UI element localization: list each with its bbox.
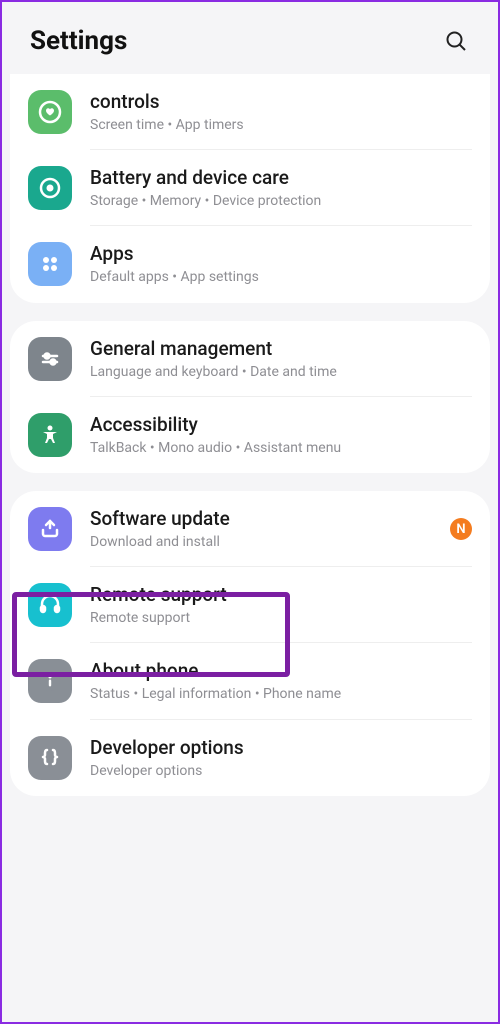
settings-item-developer[interactable]: Developer options Developer options [10, 720, 490, 796]
item-title: Software update [90, 507, 442, 530]
heart-circle-icon [28, 90, 72, 134]
sliders-icon [28, 337, 72, 381]
new-badge: N [450, 518, 472, 540]
info-icon [28, 659, 72, 703]
item-subtitle: Status • Legal information • Phone name [90, 685, 472, 703]
braces-icon [28, 736, 72, 780]
item-subtitle: Default apps • App settings [90, 268, 472, 286]
item-subtitle: Remote support [90, 609, 472, 627]
item-text: controls Screen time • App timers [90, 90, 472, 134]
item-title: Battery and device care [90, 166, 472, 189]
item-subtitle: Developer options [90, 762, 472, 780]
settings-item-about-phone[interactable]: About phone Status • Legal information •… [10, 643, 490, 719]
item-title: Accessibility [90, 413, 472, 436]
apps-icon [28, 242, 72, 286]
update-icon [28, 507, 72, 551]
settings-item-accessibility[interactable]: Accessibility TalkBack • Mono audio • As… [10, 397, 490, 473]
item-title: About phone [90, 659, 472, 682]
item-subtitle: Language and keyboard • Date and time [90, 363, 472, 381]
item-title: General management [90, 337, 472, 360]
header: Settings [2, 2, 498, 74]
settings-group: Software update Download and install N R… [10, 491, 490, 796]
item-text: About phone Status • Legal information •… [90, 659, 472, 703]
item-text: Remote support Remote support [90, 583, 472, 627]
page-title: Settings [30, 26, 127, 56]
item-text: Apps Default apps • App settings [90, 242, 472, 286]
accessibility-icon [28, 413, 72, 457]
item-text: Accessibility TalkBack • Mono audio • As… [90, 413, 472, 457]
care-icon [28, 166, 72, 210]
search-button[interactable] [442, 27, 470, 55]
item-text: Developer options Developer options [90, 736, 472, 780]
item-title: Developer options [90, 736, 472, 759]
item-subtitle: Screen time • App timers [90, 116, 472, 134]
settings-item-controls[interactable]: controls Screen time • App timers [10, 74, 490, 150]
headset-icon [28, 583, 72, 627]
settings-item-battery[interactable]: Battery and device care Storage • Memory… [10, 150, 490, 226]
item-title: Apps [90, 242, 472, 265]
item-title: controls [90, 90, 472, 113]
settings-item-apps[interactable]: Apps Default apps • App settings [10, 226, 490, 302]
item-subtitle: Storage • Memory • Device protection [90, 192, 472, 210]
item-text: Software update Download and install [90, 507, 442, 551]
settings-group: controls Screen time • App timers Batter… [10, 74, 490, 303]
item-subtitle: TalkBack • Mono audio • Assistant menu [90, 439, 472, 457]
settings-group: General management Language and keyboard… [10, 321, 490, 473]
settings-item-remote-support[interactable]: Remote support Remote support [10, 567, 490, 643]
item-text: Battery and device care Storage • Memory… [90, 166, 472, 210]
settings-item-general[interactable]: General management Language and keyboard… [10, 321, 490, 397]
search-icon [444, 29, 468, 53]
item-text: General management Language and keyboard… [90, 337, 472, 381]
item-title: Remote support [90, 583, 472, 606]
settings-item-software-update[interactable]: Software update Download and install N [10, 491, 490, 567]
item-subtitle: Download and install [90, 533, 442, 551]
